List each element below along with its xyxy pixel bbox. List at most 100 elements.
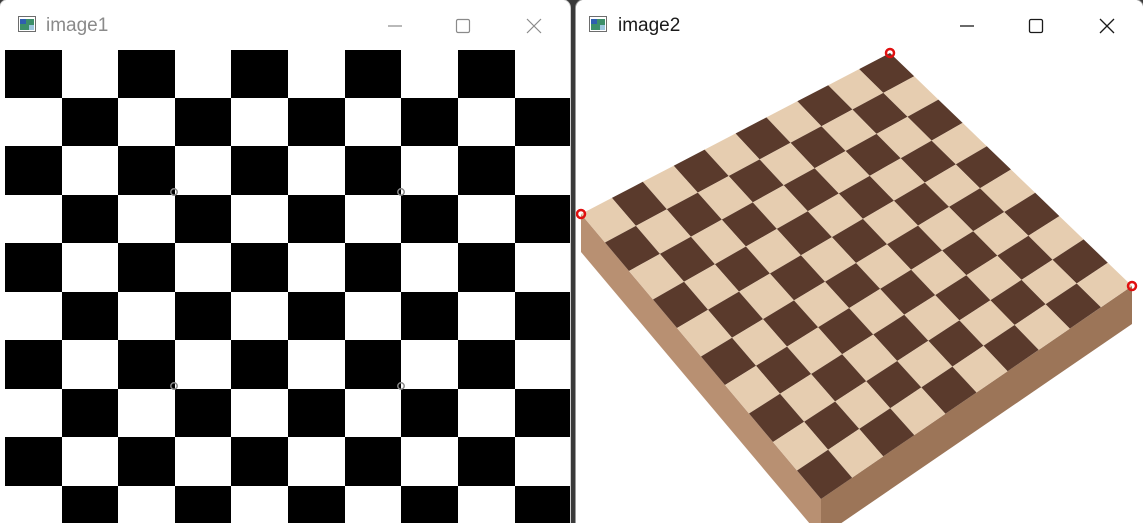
checker-square <box>5 243 62 292</box>
window-title: image2 <box>618 15 681 36</box>
checker-square <box>345 98 401 146</box>
checker-square <box>345 243 401 292</box>
checker-square <box>515 146 570 195</box>
checker-square <box>5 437 62 486</box>
corner-marker <box>397 188 405 196</box>
checker-square <box>345 437 401 486</box>
checker-square <box>175 340 231 389</box>
checker-square <box>345 486 401 523</box>
checker-square <box>401 195 458 243</box>
checker-square <box>458 340 515 389</box>
checker-square <box>175 437 231 486</box>
checker-square <box>5 50 62 98</box>
checker-square <box>515 340 570 389</box>
checker-square <box>5 389 62 437</box>
corner-marker <box>397 382 405 390</box>
checker-square <box>175 292 231 340</box>
checker-square <box>345 146 401 195</box>
checker-square <box>288 292 345 340</box>
maximize-icon[interactable] <box>440 8 486 44</box>
checker-square <box>62 50 118 98</box>
minimize-icon[interactable] <box>372 8 418 44</box>
window-title: image1 <box>46 15 109 36</box>
checker-square <box>458 437 515 486</box>
checker-square <box>175 98 231 146</box>
checker-square <box>345 340 401 389</box>
checker-square <box>118 98 175 146</box>
checker-square <box>118 292 175 340</box>
checker-square <box>231 340 288 389</box>
checker-square <box>231 195 288 243</box>
checker-square <box>458 486 515 523</box>
checker-square <box>288 486 345 523</box>
app-icon <box>18 16 36 32</box>
checker-square <box>288 437 345 486</box>
checker-square <box>515 195 570 243</box>
checker-square <box>458 195 515 243</box>
checker-square <box>231 486 288 523</box>
window-image1: image1 <box>0 0 570 523</box>
checker-square <box>231 146 288 195</box>
checker-square <box>118 243 175 292</box>
checkerboard-image <box>5 50 570 523</box>
checker-square <box>401 146 458 195</box>
checker-square <box>401 98 458 146</box>
checker-square <box>5 486 62 523</box>
checker-square <box>345 50 401 98</box>
checker-square <box>118 146 175 195</box>
checker-square <box>401 389 458 437</box>
checker-square <box>458 243 515 292</box>
checker-square <box>5 340 62 389</box>
checker-square <box>288 243 345 292</box>
checker-square <box>175 486 231 523</box>
checker-square <box>401 486 458 523</box>
checker-square <box>62 437 118 486</box>
maximize-icon[interactable] <box>1013 8 1059 44</box>
checker-square <box>515 389 570 437</box>
checker-square <box>118 195 175 243</box>
checker-square <box>515 437 570 486</box>
checker-square <box>231 50 288 98</box>
checker-square <box>288 146 345 195</box>
checker-square <box>231 437 288 486</box>
checker-square <box>345 292 401 340</box>
checker-square <box>62 292 118 340</box>
checker-square <box>118 389 175 437</box>
image1-canvas <box>5 50 570 523</box>
checker-square <box>515 292 570 340</box>
checker-square <box>515 243 570 292</box>
corner-marker <box>170 188 178 196</box>
title-bar[interactable]: image2 <box>576 0 1143 50</box>
checker-square <box>62 486 118 523</box>
minimize-icon[interactable] <box>944 8 990 44</box>
close-icon[interactable] <box>511 8 557 44</box>
checker-square <box>458 98 515 146</box>
checker-square <box>401 243 458 292</box>
close-icon[interactable] <box>1084 8 1130 44</box>
checker-square <box>62 195 118 243</box>
checker-square <box>231 98 288 146</box>
checker-square <box>288 98 345 146</box>
corner-marker <box>170 382 178 390</box>
checker-square <box>62 389 118 437</box>
checker-square <box>401 437 458 486</box>
checker-square <box>288 389 345 437</box>
checker-square <box>345 195 401 243</box>
checker-square <box>62 340 118 389</box>
app-icon <box>589 16 607 32</box>
checker-square <box>231 243 288 292</box>
checker-square <box>288 50 345 98</box>
image2-canvas <box>576 46 1143 523</box>
checker-square <box>458 389 515 437</box>
checker-square <box>118 437 175 486</box>
checker-square <box>345 389 401 437</box>
checker-square <box>175 389 231 437</box>
checker-square <box>62 146 118 195</box>
checker-square <box>231 389 288 437</box>
checker-square <box>175 243 231 292</box>
checker-square <box>231 292 288 340</box>
title-bar[interactable]: image1 <box>0 0 570 50</box>
checker-square <box>118 340 175 389</box>
checker-square <box>515 50 570 98</box>
checker-square <box>458 146 515 195</box>
